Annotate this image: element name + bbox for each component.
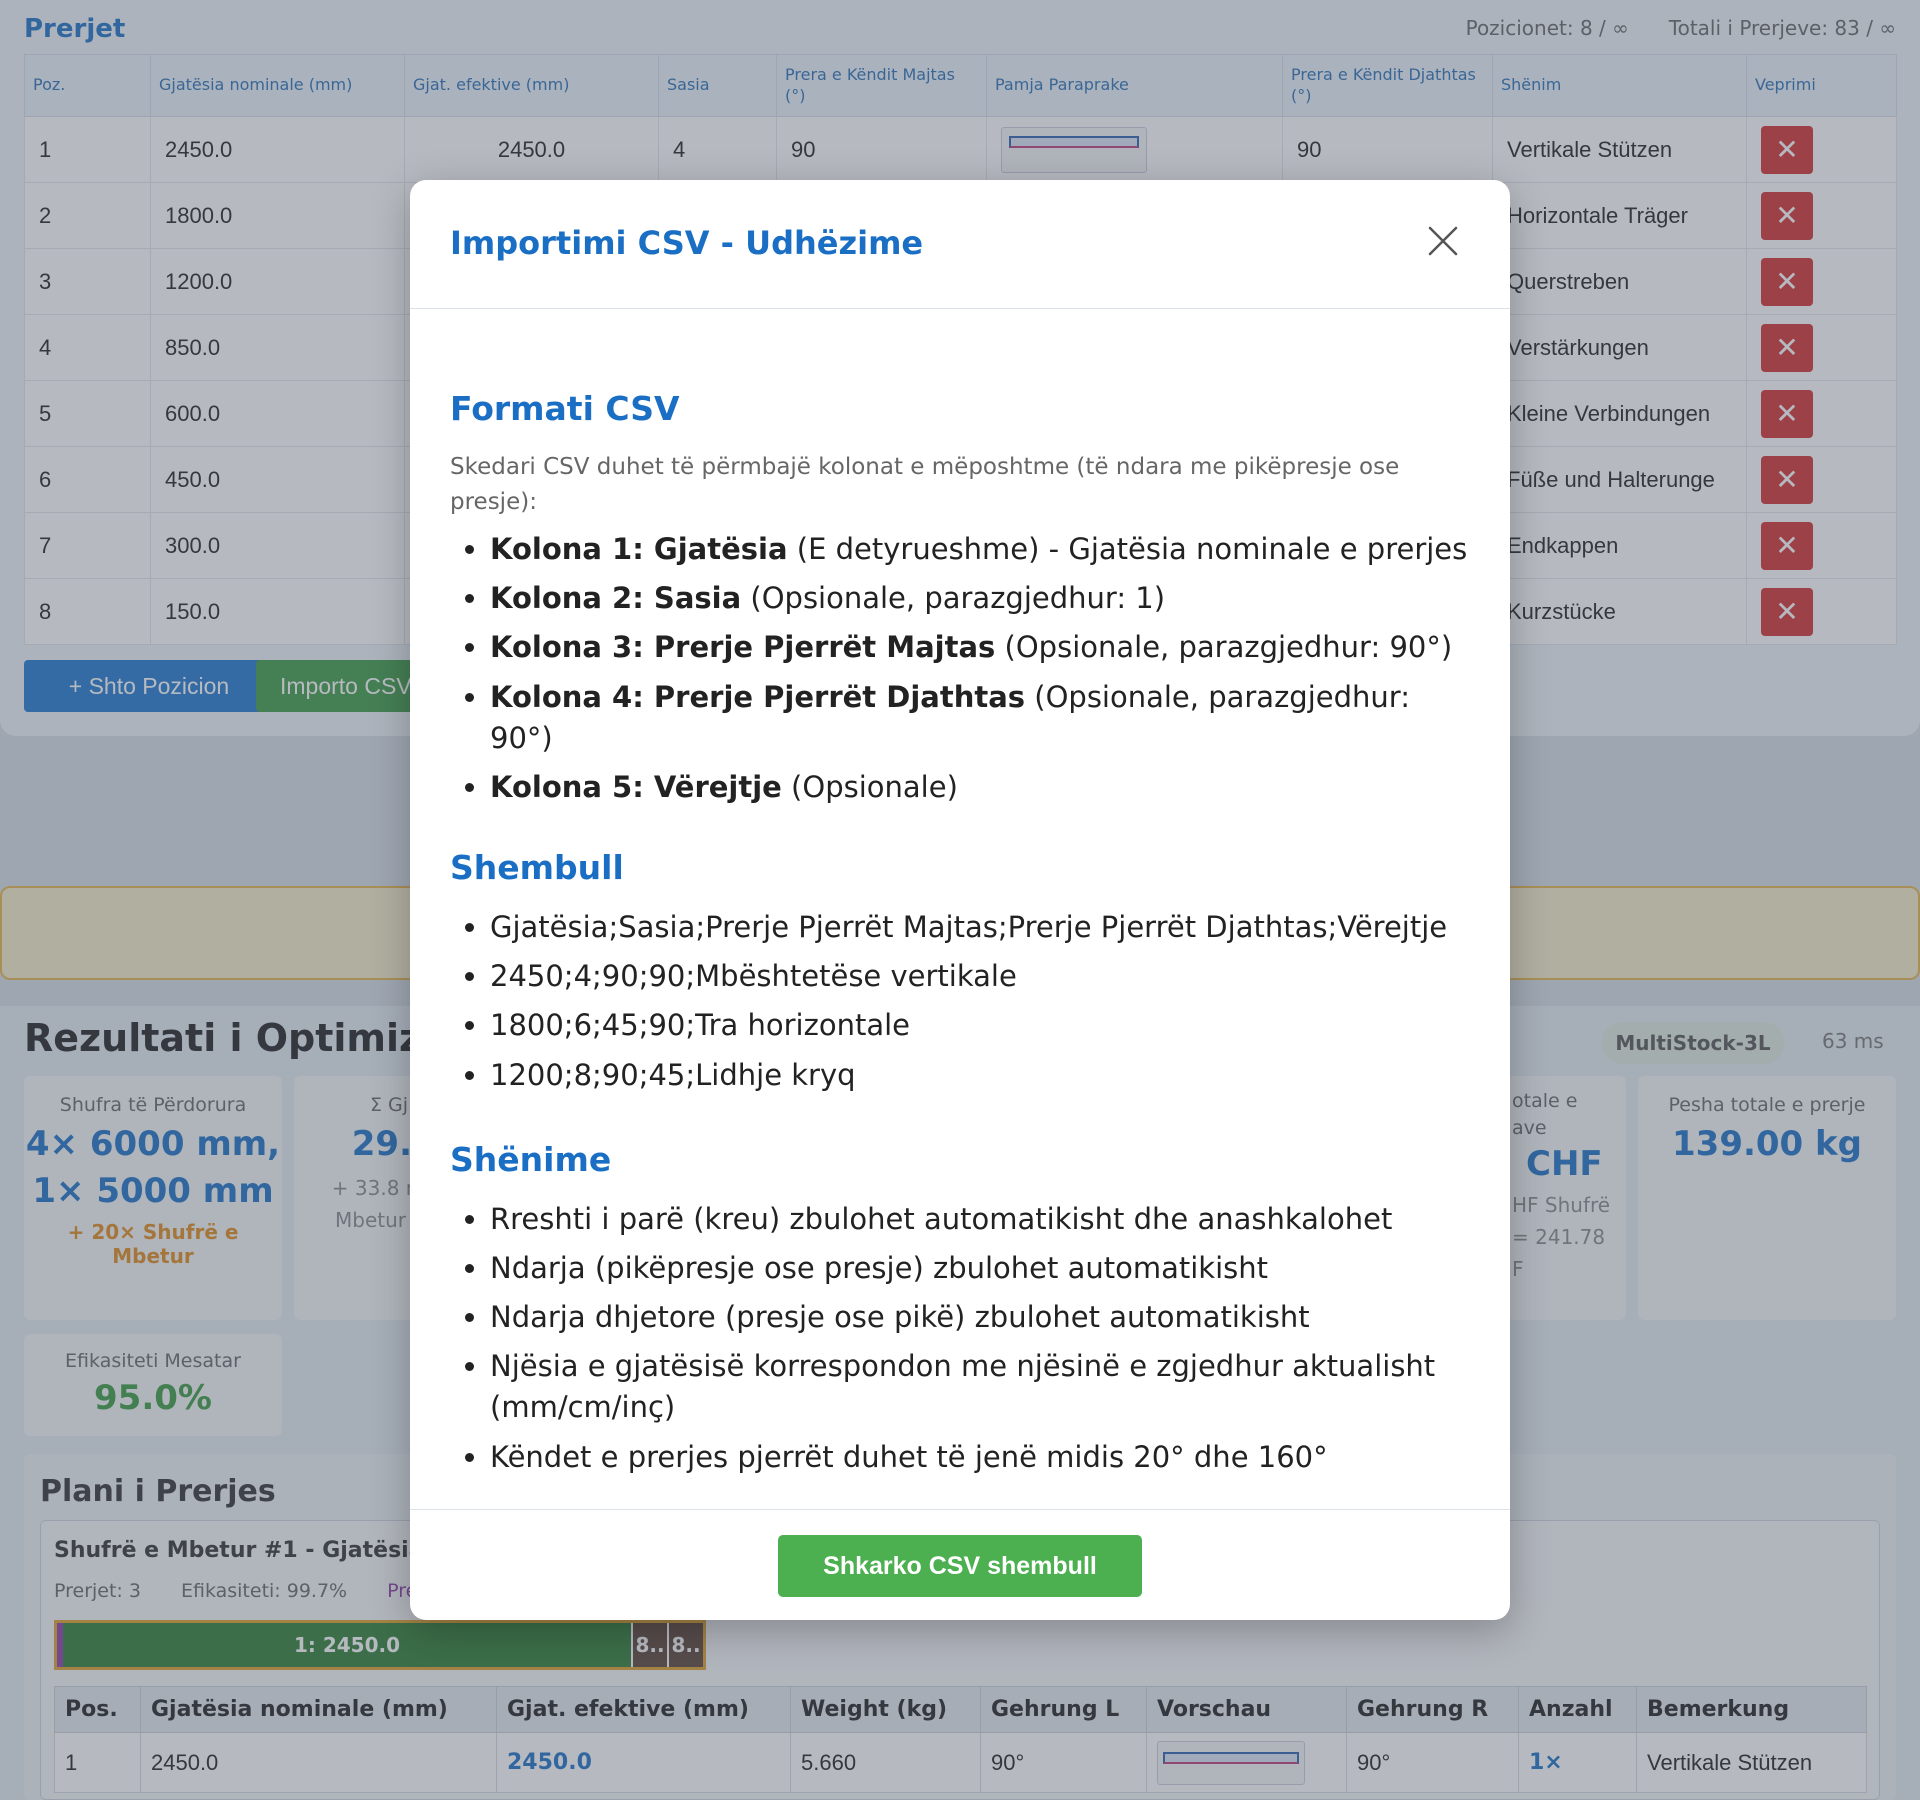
list-item: Kolona 4: Prerje Pjerrët Djathtas (Opsio… [490,677,1470,759]
notes-list: Rreshti i parë (kreu) zbulohet automatik… [450,1199,1470,1478]
list-item: Ndarja dhjetore (presje ose pikë) zbuloh… [490,1297,1470,1338]
column-desc: (Opsionale) [781,769,958,804]
column-name: Kolona 2: Sasia [490,581,742,616]
example-heading: Shembull [450,848,624,888]
list-item: Kolona 5: Vërejtje (Opsionale) [490,767,1470,808]
list-item: Këndet e prerjes pjerrët duhet të jenë m… [490,1437,1470,1478]
notes-heading: Shënime [450,1139,612,1179]
format-intro: Skedari CSV duhet të përmbajë kolonat e … [450,454,1400,515]
example-list: Gjatësia;Sasia;Prerje Pjerrët Majtas;Pre… [450,907,1470,1096]
list-item: 1200;8;90;45;Lidhje kryq [490,1055,1470,1096]
column-name: Kolona 5: Vërejtje [490,769,782,804]
list-item: Rreshti i parë (kreu) zbulohet automatik… [490,1199,1470,1240]
column-desc: (Opsionale, parazgjedhur: 90°) [995,630,1453,665]
column-name: Kolona 4: Prerje Pjerrët Djathtas [490,679,1026,714]
column-desc: (Opsionale, parazgjedhur: 1) [741,581,1166,616]
format-heading: Formati CSV [450,389,680,428]
download-sample-csv-button[interactable]: Shkarko CSV shembull [778,1535,1142,1597]
list-item: Kolona 2: Sasia (Opsionale, parazgjedhur… [490,578,1470,619]
modal-footer: Shkarko CSV shembull [410,1509,1510,1620]
column-desc: (E detyrueshme) - Gjatësia nominale e pr… [787,532,1468,566]
modal-body: Formati CSV Skedari CSV duhet të përmbaj… [410,309,1510,1478]
column-list: Kolona 1: Gjatësia (E detyrueshme) - Gja… [450,529,1470,808]
list-item: Ndarja (pikëpresje ose presje) zbulohet … [490,1248,1470,1289]
modal-header: Importimi CSV - Udhëzime [410,180,1510,309]
csv-import-modal: Importimi CSV - Udhëzime Formati CSV Ske… [410,180,1510,1620]
list-item: Gjatësia;Sasia;Prerje Pjerrët Majtas;Pre… [490,907,1470,948]
list-item: Kolona 1: Gjatësia (E detyrueshme) - Gja… [490,529,1470,570]
list-item: 2450;4;90;90;Mbështetëse vertikale [490,956,1470,997]
close-icon[interactable] [1426,224,1460,258]
list-item: 1800;6;45;90;Tra horizontale [490,1005,1470,1046]
list-item: Njësia e gjatësisë korrespondon me njësi… [490,1346,1470,1428]
column-name: Kolona 1: Gjatësia [490,532,788,566]
column-name: Kolona 3: Prerje Pjerrët Majtas [490,630,996,665]
list-item: Kolona 3: Prerje Pjerrët Majtas (Opsiona… [490,627,1470,668]
modal-title: Importimi CSV - Udhëzime [450,224,924,262]
